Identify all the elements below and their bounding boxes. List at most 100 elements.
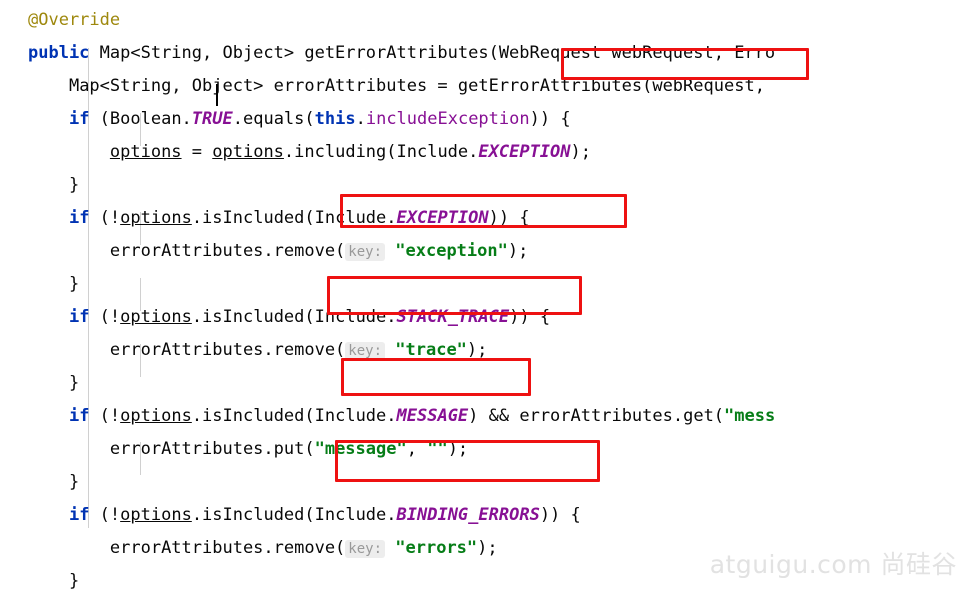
code-token-kw: if bbox=[68, 505, 90, 525]
code-token-str: "" bbox=[427, 439, 448, 459]
code-token-cst: EXCEPTION bbox=[396, 208, 489, 228]
code-line[interactable]: if (!options.isIncluded(Include.EXCEPTIO… bbox=[0, 202, 971, 235]
code-line[interactable]: errorAttributes.remove(key: "exception")… bbox=[0, 235, 971, 268]
code-editor[interactable]: @Override public Map<String, Object> getE… bbox=[0, 0, 971, 603]
code-token-pln: Map<String, Object> errorAttributes = ge… bbox=[68, 76, 776, 96]
code-token-kw: if bbox=[68, 109, 90, 129]
code-token-pln: ); bbox=[507, 241, 529, 261]
code-line[interactable]: Map<String, Object> errorAttributes = ge… bbox=[0, 70, 971, 103]
code-token-pln: (! bbox=[89, 208, 121, 228]
code-token-pln: ); bbox=[447, 439, 469, 459]
code-token-pln: (! bbox=[89, 307, 121, 327]
code-token-hint: key: bbox=[345, 243, 386, 261]
code-token-cst: MESSAGE bbox=[396, 406, 469, 426]
code-token-kw: if bbox=[68, 406, 90, 426]
code-token-cst: BINDING_ERRORS bbox=[396, 505, 540, 525]
watermark: atguigu.com 尚硅谷 bbox=[709, 550, 957, 579]
code-token-pln: (Boolean. bbox=[89, 109, 192, 129]
code-line[interactable]: errorAttributes.put("message", ""); bbox=[0, 433, 971, 466]
code-line[interactable]: errorAttributes.remove(key: "trace"); bbox=[0, 334, 971, 367]
code-token-pln: .including(Include. bbox=[283, 142, 479, 162]
code-token-pln: .isIncluded(Include. bbox=[191, 505, 397, 525]
code-line[interactable]: if (!options.isIncluded(Include.MESSAGE)… bbox=[0, 400, 971, 433]
code-token-pln: .isIncluded(Include. bbox=[191, 208, 397, 228]
text-caret bbox=[216, 84, 218, 106]
code-token-cst: STACK_TRACE bbox=[396, 307, 510, 327]
code-token-str: "errors" bbox=[395, 538, 478, 558]
code-token-pln: .isIncluded(Include. bbox=[191, 406, 397, 426]
code-token-pln: (! bbox=[89, 505, 121, 525]
code-token-pln: , bbox=[406, 439, 428, 459]
code-text-area[interactable]: @Override public Map<String, Object> getE… bbox=[0, 4, 971, 603]
code-token-pln: (! bbox=[89, 406, 121, 426]
code-line[interactable]: if (Boolean.TRUE.equals(this.includeExce… bbox=[0, 103, 971, 136]
code-token-par: options bbox=[120, 505, 192, 525]
code-token-cst: TRUE bbox=[191, 109, 233, 129]
code-token-str: "trace" bbox=[395, 340, 467, 360]
code-token-kw: this bbox=[314, 109, 356, 129]
code-token-kw: public bbox=[28, 43, 90, 63]
code-line[interactable]: } bbox=[0, 367, 971, 400]
code-token-par: options bbox=[120, 406, 192, 426]
code-line[interactable]: } bbox=[0, 268, 971, 301]
code-token-pln: } bbox=[68, 373, 80, 393]
code-token-hint: key: bbox=[345, 540, 386, 558]
code-token-pln: Map<String, Object> getErrorAttributes(W… bbox=[89, 43, 776, 63]
code-token-pln: ); bbox=[477, 538, 498, 558]
code-token-pln: ); bbox=[466, 340, 488, 360]
code-token-par: options bbox=[120, 208, 192, 228]
code-token-str: "exception" bbox=[395, 241, 508, 261]
code-token-pln bbox=[385, 241, 395, 261]
code-line[interactable]: @Override bbox=[0, 4, 971, 37]
code-token-kw: if bbox=[68, 208, 90, 228]
code-token-pln: )) { bbox=[509, 307, 551, 327]
code-token-cst: EXCEPTION bbox=[478, 142, 571, 162]
code-token-hint: key: bbox=[345, 342, 386, 360]
code-token-pln bbox=[385, 340, 395, 360]
code-token-par: options bbox=[120, 307, 192, 327]
code-token-kw: if bbox=[68, 307, 90, 327]
code-line[interactable]: options = options.including(Include.EXCE… bbox=[0, 136, 971, 169]
code-token-pln: errorAttributes.put( bbox=[109, 439, 315, 459]
code-line[interactable]: if (!options.isIncluded(Include.STACK_TR… bbox=[0, 301, 971, 334]
code-token-pln: )) { bbox=[488, 208, 530, 228]
code-token-pln: errorAttributes.remove( bbox=[109, 538, 346, 558]
code-token-pln: } bbox=[68, 472, 80, 492]
code-line[interactable]: return errorAttributes; bbox=[0, 598, 971, 603]
code-token-pln: } bbox=[68, 571, 80, 591]
code-token-pln: ) && errorAttributes.get( bbox=[468, 406, 725, 426]
code-token-pln: } bbox=[68, 175, 80, 195]
code-token-str: "mess bbox=[724, 406, 776, 426]
code-token-pln: errorAttributes.remove( bbox=[109, 241, 346, 261]
code-token-anno: @Override bbox=[28, 10, 121, 30]
code-token-fld: includeException bbox=[365, 109, 530, 129]
code-line[interactable]: } bbox=[0, 169, 971, 202]
code-token-pln: } bbox=[68, 274, 80, 294]
code-token-pln: )) { bbox=[539, 505, 581, 525]
code-token-pln: )) { bbox=[529, 109, 571, 129]
code-line[interactable]: public Map<String, Object> getErrorAttri… bbox=[0, 37, 971, 70]
code-token-pln: .equals( bbox=[232, 109, 315, 129]
code-token-pln: . bbox=[355, 109, 366, 129]
code-line[interactable]: } bbox=[0, 466, 971, 499]
code-token-pln: = bbox=[181, 142, 213, 162]
code-line[interactable]: if (!options.isIncluded(Include.BINDING_… bbox=[0, 499, 971, 532]
code-token-pln: errorAttributes.remove( bbox=[109, 340, 346, 360]
code-token-pln: .isIncluded(Include. bbox=[191, 307, 397, 327]
code-token-par: options bbox=[212, 142, 284, 162]
